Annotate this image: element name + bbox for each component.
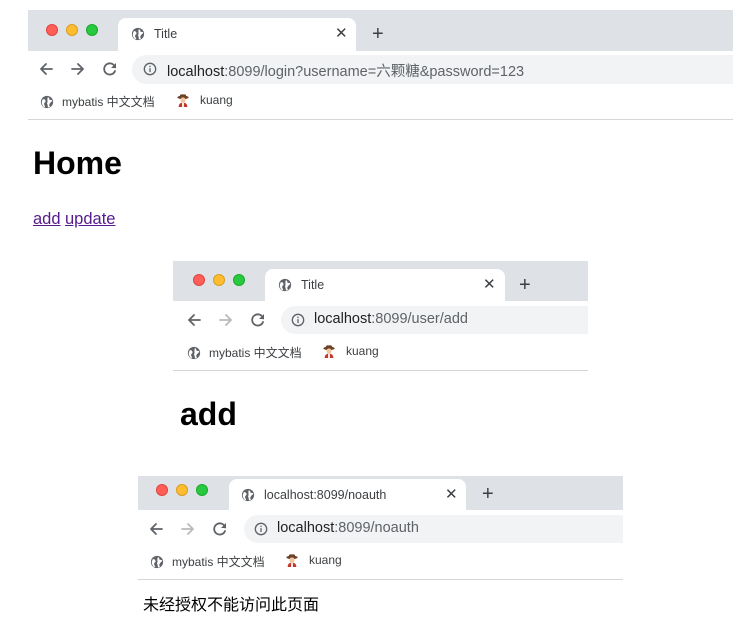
globe-icon [278, 278, 292, 292]
info-icon[interactable] [254, 522, 268, 536]
add-link[interactable]: add [33, 210, 61, 228]
toolbar-divider [173, 370, 588, 371]
minimize-window-dot[interactable] [213, 274, 225, 286]
close-icon[interactable]: ✕ [445, 487, 458, 502]
bookmark-label: kuang [200, 93, 233, 107]
browser-tab[interactable]: localhost:8099/noauth ✕ [229, 479, 466, 510]
address-bar[interactable]: localhost:8099/noauth [244, 515, 623, 543]
reload-icon[interactable] [101, 60, 119, 78]
forward-arrow-icon[interactable] [69, 60, 87, 78]
bookmark-kuang[interactable]: kuang [322, 344, 379, 358]
tab-title: Title [301, 278, 325, 292]
minimize-window-dot[interactable] [66, 24, 78, 36]
zoom-window-dot[interactable] [233, 274, 245, 286]
close-window-dot[interactable] [193, 274, 205, 286]
browser-tab[interactable]: Title ✕ [265, 269, 505, 301]
bookmark-label: mybatis 中文文档 [62, 95, 155, 109]
browser-window-noauth: localhost:8099/noauth ✕ + localhost:8099… [138, 476, 623, 621]
update-link[interactable]: update [65, 210, 115, 228]
unauthorized-message: 未经授权不能访问此页面 [143, 597, 320, 614]
reload-icon[interactable] [211, 520, 229, 538]
url-text: localhost:8099/login?username=六颗糖&passwo… [167, 64, 525, 80]
globe-icon [131, 27, 145, 41]
globe-icon [241, 488, 255, 502]
bookmark-kuang[interactable]: kuang [285, 553, 342, 567]
zoom-window-dot[interactable] [196, 484, 208, 496]
close-icon[interactable]: ✕ [483, 277, 496, 292]
globe-icon [187, 346, 201, 360]
url-text: localhost:8099/noauth [277, 520, 419, 536]
bookmark-mybatis[interactable]: mybatis 中文文档 [187, 344, 302, 361]
zoom-window-dot[interactable] [86, 24, 98, 36]
back-arrow-icon[interactable] [185, 311, 203, 329]
info-icon[interactable] [143, 62, 157, 76]
close-window-dot[interactable] [156, 484, 168, 496]
toolbar-divider [28, 119, 733, 120]
link-row: add update [33, 210, 115, 229]
url-text: localhost:8099/user/add [314, 311, 468, 327]
new-tab-button[interactable]: + [519, 275, 531, 295]
browser-window-login: Title ✕ + localhost:8099/login?username=… [28, 10, 733, 240]
back-arrow-icon[interactable] [37, 60, 55, 78]
bookmark-label: mybatis 中文文档 [172, 555, 265, 569]
avatar-icon [176, 93, 190, 107]
info-icon[interactable] [291, 313, 305, 327]
toolbar-divider [138, 579, 623, 580]
bookmark-mybatis[interactable]: mybatis 中文文档 [150, 553, 265, 570]
globe-icon [40, 95, 54, 109]
minimize-window-dot[interactable] [176, 484, 188, 496]
new-tab-button[interactable]: + [482, 484, 494, 504]
forward-arrow-icon[interactable] [217, 311, 235, 329]
avatar-icon [285, 553, 299, 567]
address-bar[interactable]: localhost:8099/user/add [281, 306, 588, 334]
browser-window-user-add: Title ✕ + localhost:8099/user/add mybati… [173, 261, 588, 441]
reload-icon[interactable] [249, 311, 267, 329]
close-icon[interactable]: ✕ [335, 26, 348, 41]
close-window-dot[interactable] [46, 24, 58, 36]
globe-icon [150, 555, 164, 569]
bookmark-kuang[interactable]: kuang [176, 93, 233, 107]
forward-arrow-icon[interactable] [179, 520, 197, 538]
tab-title: localhost:8099/noauth [264, 488, 387, 502]
avatar-icon [322, 344, 336, 358]
page-heading: Home [33, 145, 122, 181]
page-heading: add [180, 396, 237, 432]
browser-tab[interactable]: Title ✕ [118, 18, 356, 51]
tab-title: Title [154, 27, 178, 41]
bookmark-label: mybatis 中文文档 [209, 346, 302, 360]
back-arrow-icon[interactable] [147, 520, 165, 538]
bookmark-label: kuang [309, 553, 342, 567]
new-tab-button[interactable]: + [372, 24, 384, 44]
bookmark-mybatis[interactable]: mybatis 中文文档 [40, 93, 155, 110]
bookmark-label: kuang [346, 344, 379, 358]
address-bar[interactable]: localhost:8099/login?username=六颗糖&passwo… [132, 55, 733, 84]
